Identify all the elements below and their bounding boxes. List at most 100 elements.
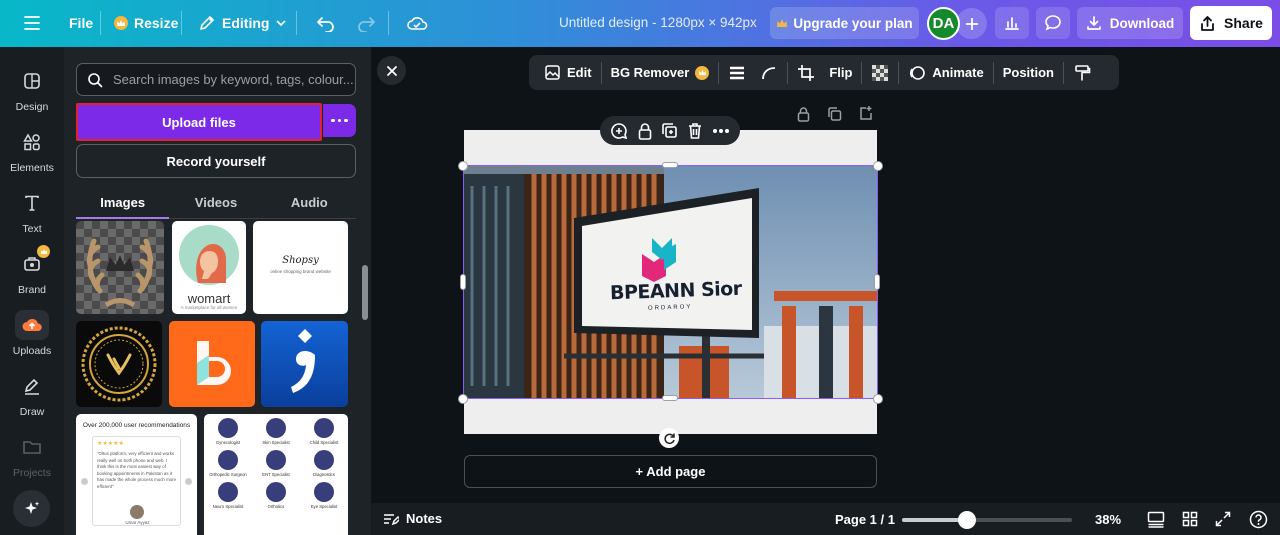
grid-view-button[interactable]	[1182, 511, 1198, 527]
download-button[interactable]: Download	[1077, 7, 1183, 39]
editing-mode-button[interactable]: Editing	[190, 6, 295, 40]
upload-more-button[interactable]	[323, 104, 356, 137]
rail-label: Projects	[13, 467, 51, 479]
rail-item-projects[interactable]: Projects	[0, 432, 64, 479]
comment-add-button[interactable]	[610, 122, 628, 140]
duplicate-page-button[interactable]	[827, 106, 842, 122]
close-panel-button[interactable]	[377, 56, 406, 85]
specialist-item: Neuro Specialist	[204, 482, 252, 509]
rail-item-uploads[interactable]: Uploads	[0, 310, 64, 357]
delete-button[interactable]	[687, 122, 703, 140]
main-menu-button[interactable]	[19, 6, 45, 40]
design-title[interactable]: Untitled design - 1280px × 942px	[559, 15, 757, 30]
transparency-button[interactable]	[864, 55, 896, 90]
divider	[787, 61, 789, 84]
insights-button[interactable]	[995, 7, 1029, 39]
panel-scrollbar[interactable]	[362, 265, 368, 320]
corner-rounding-button[interactable]	[753, 55, 785, 90]
crop-button[interactable]	[790, 55, 822, 90]
avatar[interactable]: DA	[927, 7, 960, 40]
border-style-button[interactable]	[721, 55, 753, 90]
specialist-icon	[314, 482, 334, 502]
specialist-icon	[314, 450, 334, 470]
specialist-label: Eye Specialist	[310, 504, 338, 509]
position-button[interactable]: Position	[996, 55, 1061, 90]
resize-handle-top-left[interactable]	[458, 161, 468, 171]
divider	[388, 11, 389, 35]
resize-handle-top-right[interactable]	[873, 161, 883, 171]
cloud-save-status[interactable]	[398, 6, 436, 40]
rail-label: Draw	[19, 406, 45, 418]
help-button[interactable]	[1249, 510, 1268, 529]
edit-image-button[interactable]: Edit	[537, 55, 599, 90]
flip-button[interactable]: Flip	[822, 55, 859, 90]
upload-thumb-gold-emblem[interactable]	[76, 321, 162, 407]
bg-remover-button[interactable]: BG Remover	[604, 55, 717, 90]
resize-handle-left[interactable]	[460, 274, 466, 290]
resize-handle-bottom-left[interactable]	[458, 394, 468, 404]
context-toolbar: Edit BG Remover Flip Animate Position	[529, 55, 1119, 90]
hamburger-icon	[24, 16, 40, 30]
notes-icon	[384, 513, 399, 525]
invite-button[interactable]	[956, 8, 987, 39]
crown-icon	[695, 65, 710, 80]
more-options-button[interactable]	[712, 128, 730, 134]
resize-handle-right[interactable]	[874, 274, 880, 290]
undo-button[interactable]	[308, 6, 344, 40]
zoom-level[interactable]: 38%	[1095, 512, 1121, 527]
tab-label: Audio	[290, 195, 328, 210]
brand-icon-wrap	[15, 245, 50, 279]
resize-handle-bottom-right[interactable]	[873, 394, 883, 404]
rail-item-elements[interactable]: Elements	[0, 127, 64, 174]
upload-thumb-shopsy[interactable]: Shopsy online shopping brand website	[253, 221, 348, 314]
page-view-button[interactable]	[1147, 511, 1165, 528]
upgrade-plan-button[interactable]: Upgrade your plan	[770, 7, 919, 39]
zoom-slider-knob[interactable]	[957, 511, 976, 529]
file-menu[interactable]: File	[61, 6, 101, 40]
upload-thumb-orange-logo[interactable]	[169, 321, 255, 407]
lock-button[interactable]	[637, 122, 653, 140]
redo-button[interactable]	[348, 6, 384, 40]
upload-thumb-testimonial[interactable]: Over 200,000 user recommendations ★★★★★ …	[76, 414, 197, 535]
add-page-button[interactable]: + Add page	[464, 455, 877, 488]
rotate-handle[interactable]	[659, 428, 679, 448]
rail-item-brand[interactable]: Brand	[0, 245, 64, 296]
duplicate-button[interactable]	[661, 122, 678, 139]
zoom-label: 38%	[1095, 512, 1122, 527]
magic-button[interactable]	[13, 490, 50, 527]
projects-icon	[23, 441, 41, 454]
animate-button[interactable]: Animate	[901, 55, 990, 90]
search-input[interactable]	[113, 72, 355, 87]
lock-page-button[interactable]	[796, 106, 811, 122]
copy-style-button[interactable]	[1066, 55, 1098, 90]
tab-images[interactable]: Images	[76, 187, 170, 219]
tab-audio[interactable]: Audio	[262, 187, 356, 219]
draw-icon-wrap	[15, 371, 49, 401]
page-indicator[interactable]: Page 1 / 1	[835, 512, 895, 527]
resize-button[interactable]: Resize	[106, 6, 186, 40]
resize-handle-top[interactable]	[662, 162, 678, 168]
specialist-icon	[314, 418, 334, 438]
resize-handle-bottom[interactable]	[662, 395, 678, 401]
side-rail: Design Elements Text Brand Uploads Draw	[0, 47, 64, 535]
share-button[interactable]: Share	[1190, 6, 1272, 40]
upload-thumb-specialists[interactable]: Gynecologist Skin Specialist Child Speci…	[204, 414, 348, 535]
tab-videos[interactable]: Videos	[169, 187, 263, 219]
upload-thumb-womart[interactable]: womart A marketplace for all women	[172, 221, 246, 314]
notes-button[interactable]: Notes	[383, 511, 442, 526]
specialist-label: Skin Specialist	[262, 440, 290, 445]
add-page-quick-button[interactable]	[858, 105, 873, 121]
fullscreen-button[interactable]	[1215, 511, 1231, 527]
specialist-label: ENT Specialist	[262, 472, 290, 477]
comments-button[interactable]	[1036, 7, 1070, 39]
upload-thumb-crown-logo[interactable]	[76, 221, 164, 314]
upload-thumb-blue-logo[interactable]	[261, 321, 348, 407]
record-yourself-button[interactable]: Record yourself	[76, 144, 356, 178]
divider	[1063, 61, 1064, 84]
carousel-prev-icon	[81, 478, 88, 485]
rail-item-text[interactable]: Text	[0, 188, 64, 235]
rail-item-draw[interactable]: Draw	[0, 371, 64, 418]
upload-files-button[interactable]: Upload files	[76, 103, 322, 141]
rail-item-design[interactable]: Design	[0, 66, 64, 113]
search-box[interactable]	[76, 63, 356, 96]
